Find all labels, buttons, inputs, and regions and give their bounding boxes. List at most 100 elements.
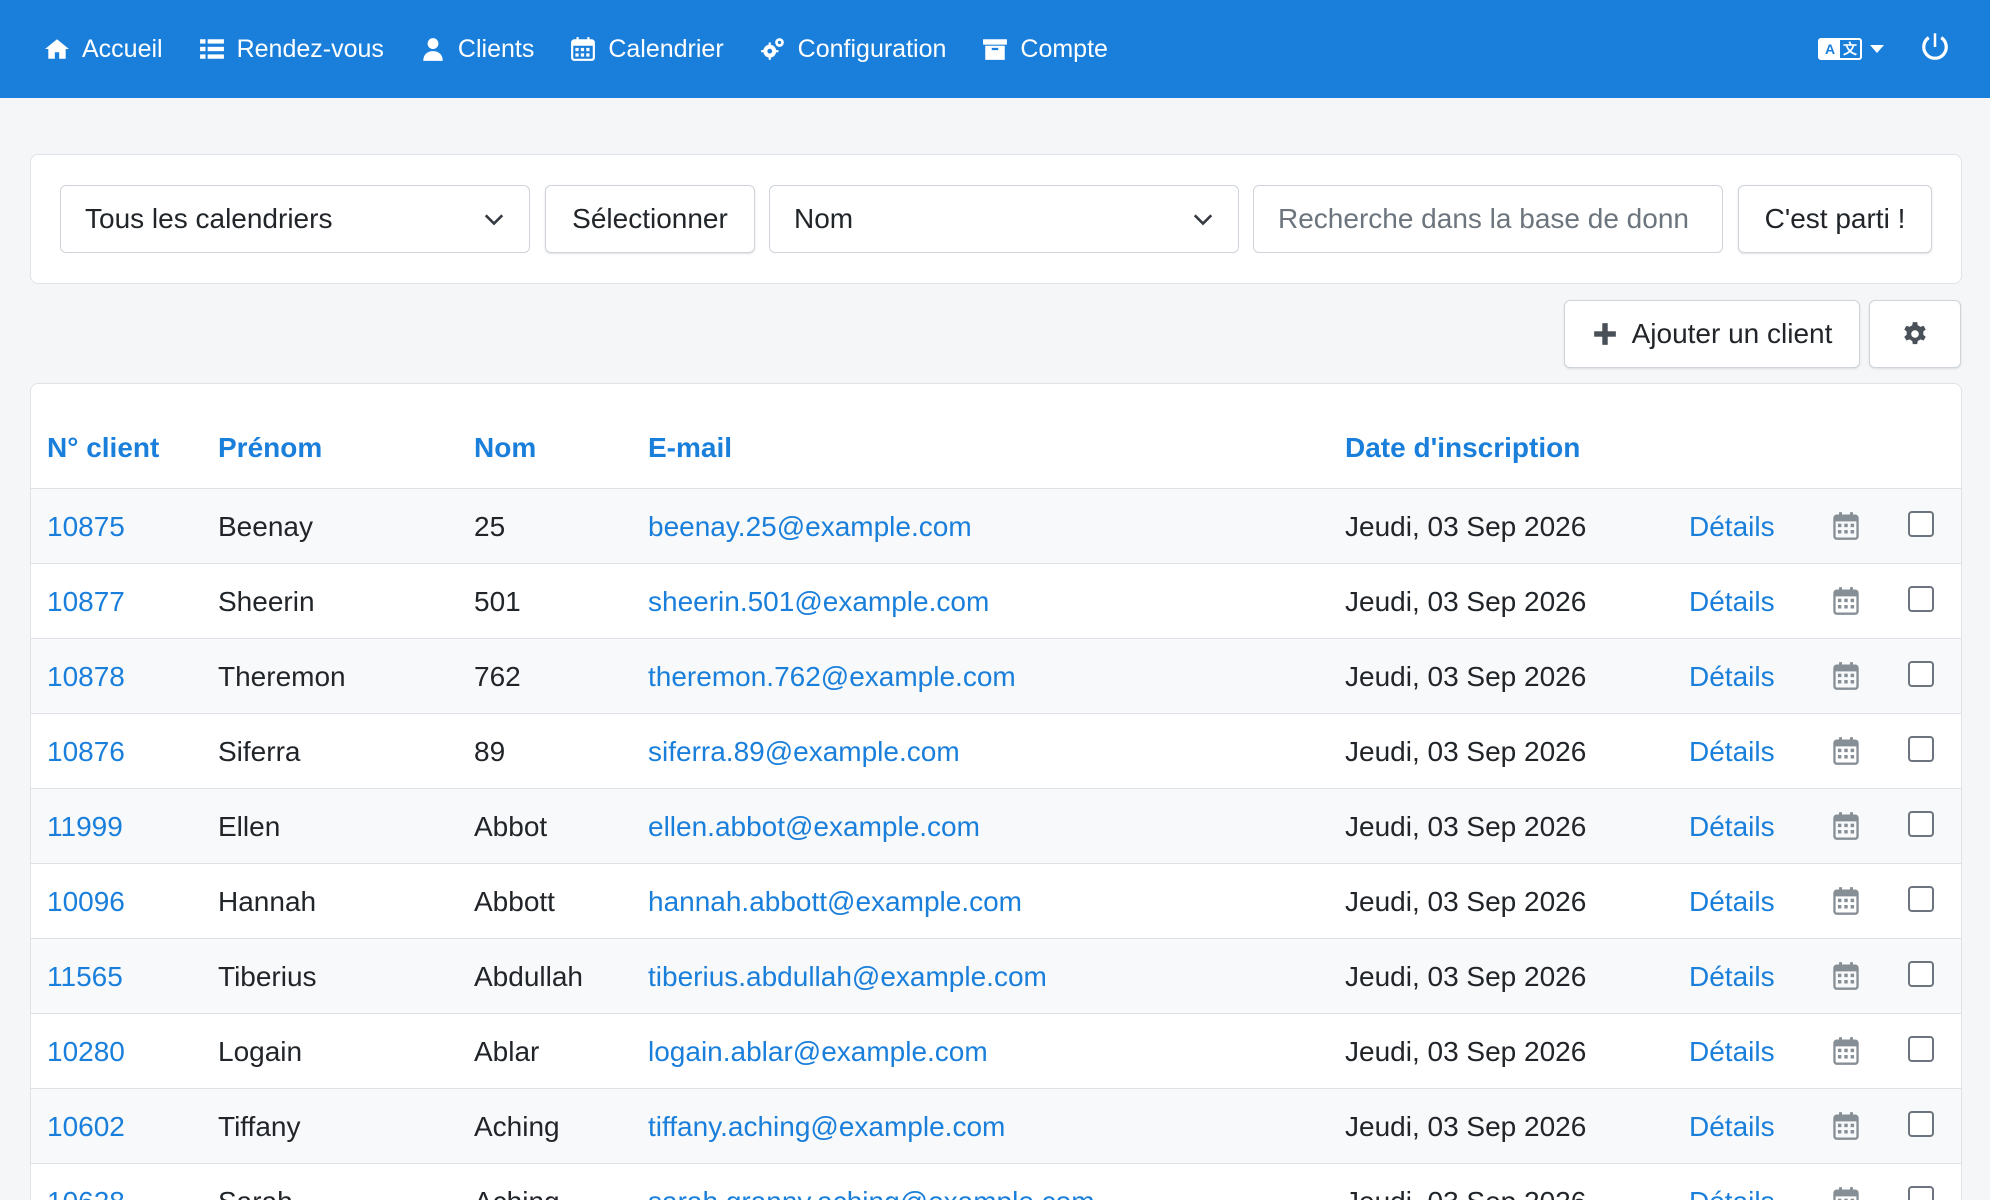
details-link[interactable]: Détails bbox=[1689, 489, 1775, 564]
header-email[interactable]: E-mail bbox=[648, 432, 732, 464]
first-name-cell: Logain bbox=[218, 1036, 303, 1067]
row-checkbox[interactable] bbox=[1908, 961, 1934, 987]
last-name-cell: 89 bbox=[474, 736, 506, 767]
logout-button[interactable] bbox=[1920, 32, 1950, 67]
row-checkbox[interactable] bbox=[1908, 511, 1934, 537]
details-link[interactable]: Détails bbox=[1689, 789, 1775, 864]
add-client-label: Ajouter un client bbox=[1631, 318, 1833, 349]
row-checkbox[interactable] bbox=[1908, 886, 1934, 912]
calendar-icon[interactable] bbox=[1832, 1036, 1860, 1066]
calendar-icon[interactable] bbox=[1832, 586, 1860, 616]
select-button-label: Sélectionner bbox=[572, 203, 728, 234]
user-icon bbox=[423, 38, 443, 61]
row-checkbox[interactable] bbox=[1908, 1186, 1934, 1200]
header-client-id[interactable]: N° client bbox=[47, 432, 159, 464]
calendar-icon[interactable] bbox=[1832, 661, 1860, 691]
table-row: 10877 Sheerin 501 sheerin.501@example.com Je… bbox=[31, 564, 1961, 639]
details-link[interactable]: Détails bbox=[1689, 564, 1775, 639]
nav-compte-label: Compte bbox=[1020, 34, 1108, 63]
row-checkbox[interactable] bbox=[1908, 586, 1934, 612]
client-id-link[interactable]: 10602 bbox=[47, 1089, 125, 1164]
calendar-icon[interactable] bbox=[1832, 811, 1860, 841]
email-link[interactable]: sarah.granny.aching@example.com bbox=[648, 1164, 1095, 1200]
row-checkbox[interactable] bbox=[1908, 1036, 1934, 1062]
calendar-icon[interactable] bbox=[1832, 736, 1860, 766]
nav-configuration[interactable]: Configuration bbox=[760, 35, 946, 64]
client-id-link[interactable]: 10280 bbox=[47, 1014, 125, 1089]
email-link[interactable]: siferra.89@example.com bbox=[648, 714, 960, 789]
row-checkbox[interactable] bbox=[1908, 661, 1934, 687]
first-name-cell: Sheerin bbox=[218, 586, 315, 617]
field-select-value: Nom bbox=[794, 203, 854, 234]
list-icon bbox=[199, 39, 224, 59]
first-name-cell: Beenay bbox=[218, 511, 313, 542]
details-link[interactable]: Détails bbox=[1689, 939, 1775, 1014]
email-link[interactable]: tiberius.abdullah@example.com bbox=[648, 939, 1047, 1014]
row-checkbox[interactable] bbox=[1908, 736, 1934, 762]
last-name-cell: Aching bbox=[474, 1164, 560, 1200]
first-name-cell: Tiffany bbox=[218, 1111, 301, 1142]
email-link[interactable]: beenay.25@example.com bbox=[648, 489, 972, 564]
client-id-link[interactable]: 10878 bbox=[47, 639, 125, 714]
header-signup-date[interactable]: Date d'inscription bbox=[1345, 432, 1580, 464]
calendar-icon[interactable] bbox=[1832, 511, 1860, 541]
search-input[interactable] bbox=[1278, 203, 1698, 235]
nav-clients-label: Clients bbox=[457, 34, 535, 63]
last-name-cell: 25 bbox=[474, 511, 506, 542]
top-navbar: Accueil Rendez-vous Clients Calendrier C… bbox=[0, 0, 1990, 98]
last-name-cell: Abbot bbox=[474, 811, 548, 842]
table-row: 10602 Tiffany Aching tiffany.aching@example… bbox=[31, 1089, 1961, 1164]
field-select[interactable]: Nom bbox=[769, 185, 1239, 253]
header-first-name[interactable]: Prénom bbox=[218, 432, 322, 464]
email-link[interactable]: tiffany.aching@example.com bbox=[648, 1089, 1005, 1164]
table-row: 11565 Tiberius Abdullah tiberius.abdullah@e… bbox=[31, 939, 1961, 1014]
client-id-link[interactable]: 11999 bbox=[47, 789, 123, 864]
language-dropdown[interactable]: A文 bbox=[1818, 38, 1884, 60]
details-link[interactable]: Détails bbox=[1689, 714, 1775, 789]
nav-rendez-vous[interactable]: Rendez-vous bbox=[199, 35, 384, 64]
table-row: 10280 Logain Ablar logain.ablar@example.com… bbox=[31, 1014, 1961, 1089]
calendar-icon[interactable] bbox=[1832, 886, 1860, 916]
details-link[interactable]: Détails bbox=[1689, 864, 1775, 939]
last-name-cell: Abdullah bbox=[474, 961, 583, 992]
first-name-cell: Sarah bbox=[218, 1164, 293, 1200]
details-link[interactable]: Détails bbox=[1689, 1164, 1775, 1200]
go-button-label: C'est parti ! bbox=[1764, 203, 1906, 234]
calendar-icon[interactable] bbox=[1832, 1111, 1860, 1141]
row-checkbox[interactable] bbox=[1908, 1111, 1934, 1137]
client-id-link[interactable]: 11565 bbox=[47, 939, 123, 1014]
email-link[interactable]: ellen.abbot@example.com bbox=[648, 789, 980, 864]
client-id-link[interactable]: 10876 bbox=[47, 714, 125, 789]
calendar-select[interactable]: Tous les calendriers bbox=[60, 185, 530, 253]
nav-clients[interactable]: Clients bbox=[420, 35, 534, 64]
power-icon bbox=[1922, 32, 1948, 60]
add-client-button[interactable]: Ajouter un client bbox=[1564, 300, 1860, 368]
client-id-link[interactable]: 10875 bbox=[47, 489, 125, 564]
details-link[interactable]: Détails bbox=[1689, 1014, 1775, 1089]
details-link[interactable]: Détails bbox=[1689, 639, 1775, 714]
signup-date-cell: Jeudi, 03 Sep 2026 bbox=[1345, 511, 1587, 542]
table-row: 11999 Ellen Abbot ellen.abbot@example.com Je… bbox=[31, 789, 1961, 864]
client-id-link[interactable]: 10096 bbox=[47, 864, 125, 939]
row-checkbox[interactable] bbox=[1908, 811, 1934, 837]
table-row: 10878 Theremon 762 theremon.762@example.com… bbox=[31, 639, 1961, 714]
client-id-link[interactable]: 10877 bbox=[47, 564, 125, 639]
email-link[interactable]: hannah.abbott@example.com bbox=[648, 864, 1022, 939]
signup-date-cell: Jeudi, 03 Sep 2026 bbox=[1345, 811, 1587, 842]
settings-button[interactable] bbox=[1869, 300, 1961, 368]
calendar-icon[interactable] bbox=[1832, 961, 1860, 991]
email-link[interactable]: sheerin.501@example.com bbox=[648, 564, 989, 639]
calendar-icon[interactable] bbox=[1832, 1186, 1860, 1200]
select-button[interactable]: Sélectionner bbox=[545, 185, 755, 253]
details-link[interactable]: Détails bbox=[1689, 1089, 1775, 1164]
client-id-link[interactable]: 10628 bbox=[47, 1164, 125, 1200]
go-button[interactable]: C'est parti ! bbox=[1738, 185, 1932, 253]
first-name-cell: Tiberius bbox=[218, 961, 317, 992]
header-last-name[interactable]: Nom bbox=[474, 432, 536, 464]
email-link[interactable]: logain.ablar@example.com bbox=[648, 1014, 988, 1089]
nav-compte[interactable]: Compte bbox=[982, 35, 1108, 64]
nav-calendrier[interactable]: Calendrier bbox=[570, 35, 724, 64]
nav-accueil[interactable]: Accueil bbox=[44, 35, 163, 64]
email-link[interactable]: theremon.762@example.com bbox=[648, 639, 1016, 714]
table-row: 10875 Beenay 25 beenay.25@example.com Jeudi,… bbox=[31, 489, 1961, 564]
